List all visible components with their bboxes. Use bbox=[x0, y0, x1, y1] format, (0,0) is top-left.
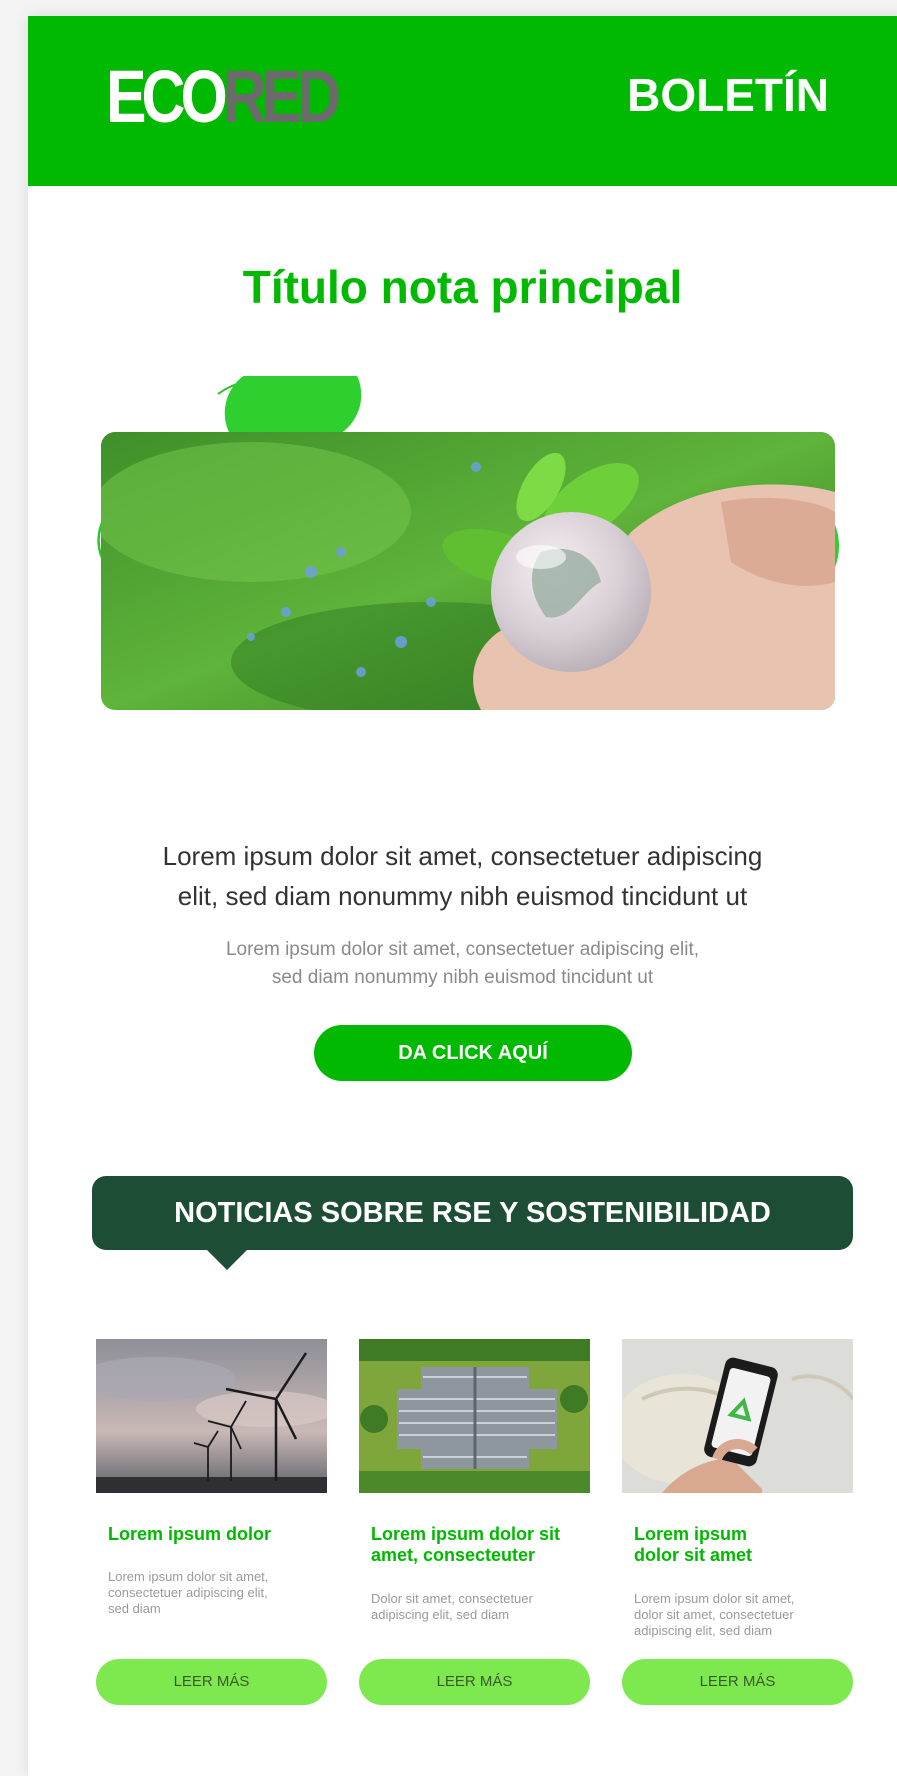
read-more-button[interactable]: LEER MÁS bbox=[622, 1659, 853, 1705]
news-excerpt: Dolor sit amet, consectetuer adipiscing … bbox=[371, 1591, 579, 1623]
news-excerpt-line: Lorem ipsum dolor sit amet, bbox=[634, 1591, 795, 1606]
news-card: Lorem ipsum dolor sit amet, consecteuter… bbox=[359, 1339, 590, 1769]
news-excerpt-line: sed diam bbox=[108, 1601, 161, 1616]
news-excerpt: Lorem ipsum dolor sit amet, consectetuer… bbox=[108, 1569, 316, 1617]
news-image-phone-recycling[interactable] bbox=[622, 1339, 853, 1493]
news-image-wind-turbines[interactable] bbox=[96, 1339, 327, 1493]
header-bar: ECORED BOLETÍN bbox=[28, 16, 897, 186]
read-more-button[interactable]: LEER MÁS bbox=[96, 1659, 327, 1705]
click-here-button[interactable]: DA CLICK AQUÍ bbox=[314, 1025, 632, 1081]
news-excerpt-line: adipiscing elit, sed diam bbox=[371, 1607, 510, 1622]
main-article-title: Título nota principal bbox=[242, 261, 683, 313]
read-more-button[interactable]: LEER MÁS bbox=[359, 1659, 590, 1705]
lead-line-1: Lorem ipsum dolor sit amet, consectetuer… bbox=[162, 841, 763, 871]
news-card: Lorem ipsum dolor sit amet Lorem ipsum d… bbox=[622, 1339, 853, 1769]
logo-red-text: RED bbox=[222, 55, 341, 138]
news-excerpt-line: consectetuer adipiscing elit, bbox=[108, 1585, 268, 1600]
hero-image-globe-in-hands[interactable] bbox=[101, 432, 835, 710]
sub-line-2: sed diam nonummy nibh euismod tincidunt … bbox=[271, 967, 654, 988]
news-excerpt-line: Dolor sit amet, consectetuer bbox=[371, 1591, 533, 1606]
news-title[interactable]: Lorem ipsum dolor sit amet, consecteuter bbox=[371, 1524, 586, 1566]
news-title-line: dolor sit amet bbox=[634, 1545, 753, 1565]
news-title-line: Lorem ipsum bbox=[634, 1524, 748, 1544]
lead-paragraph: Lorem ipsum dolor sit amet, consectetuer… bbox=[28, 836, 897, 916]
news-excerpt-line: dolor sit amet, consectetuer bbox=[634, 1607, 794, 1622]
news-excerpt-line: adipiscing elit, sed diam bbox=[634, 1623, 773, 1638]
news-title[interactable]: Lorem ipsum dolor bbox=[108, 1524, 323, 1545]
news-card: Lorem ipsum dolor Lorem ipsum dolor sit … bbox=[96, 1339, 327, 1769]
news-title-line: Lorem ipsum dolor bbox=[108, 1524, 272, 1544]
sub-line-1: Lorem ipsum dolor sit amet, consectetuer… bbox=[225, 939, 700, 960]
news-title[interactable]: Lorem ipsum dolor sit amet bbox=[634, 1524, 849, 1566]
news-section-banner: NOTICIAS SOBRE RSE Y SOSTENIBILIDAD bbox=[92, 1176, 853, 1250]
logo-eco-text: ECO bbox=[106, 55, 228, 138]
banner-pointer bbox=[203, 1246, 251, 1270]
news-excerpt-line: Lorem ipsum dolor sit amet, bbox=[108, 1569, 269, 1584]
sub-paragraph: Lorem ipsum dolor sit amet, consectetuer… bbox=[28, 936, 897, 992]
news-excerpt: Lorem ipsum dolor sit amet, dolor sit am… bbox=[634, 1591, 842, 1639]
ecored-logo[interactable]: ECORED bbox=[106, 60, 341, 134]
news-image-solar-panels[interactable] bbox=[359, 1339, 590, 1493]
newsletter-label: BOLETÍN bbox=[627, 69, 829, 121]
news-title-line: Lorem ipsum dolor sit bbox=[371, 1524, 561, 1544]
news-title-line: amet, consecteuter bbox=[371, 1545, 536, 1565]
newsletter-card: ECORED BOLETÍN Título nota principal Lor… bbox=[28, 16, 897, 1776]
lead-line-2: elit, sed diam nonummy nibh euismod tinc… bbox=[177, 881, 748, 911]
